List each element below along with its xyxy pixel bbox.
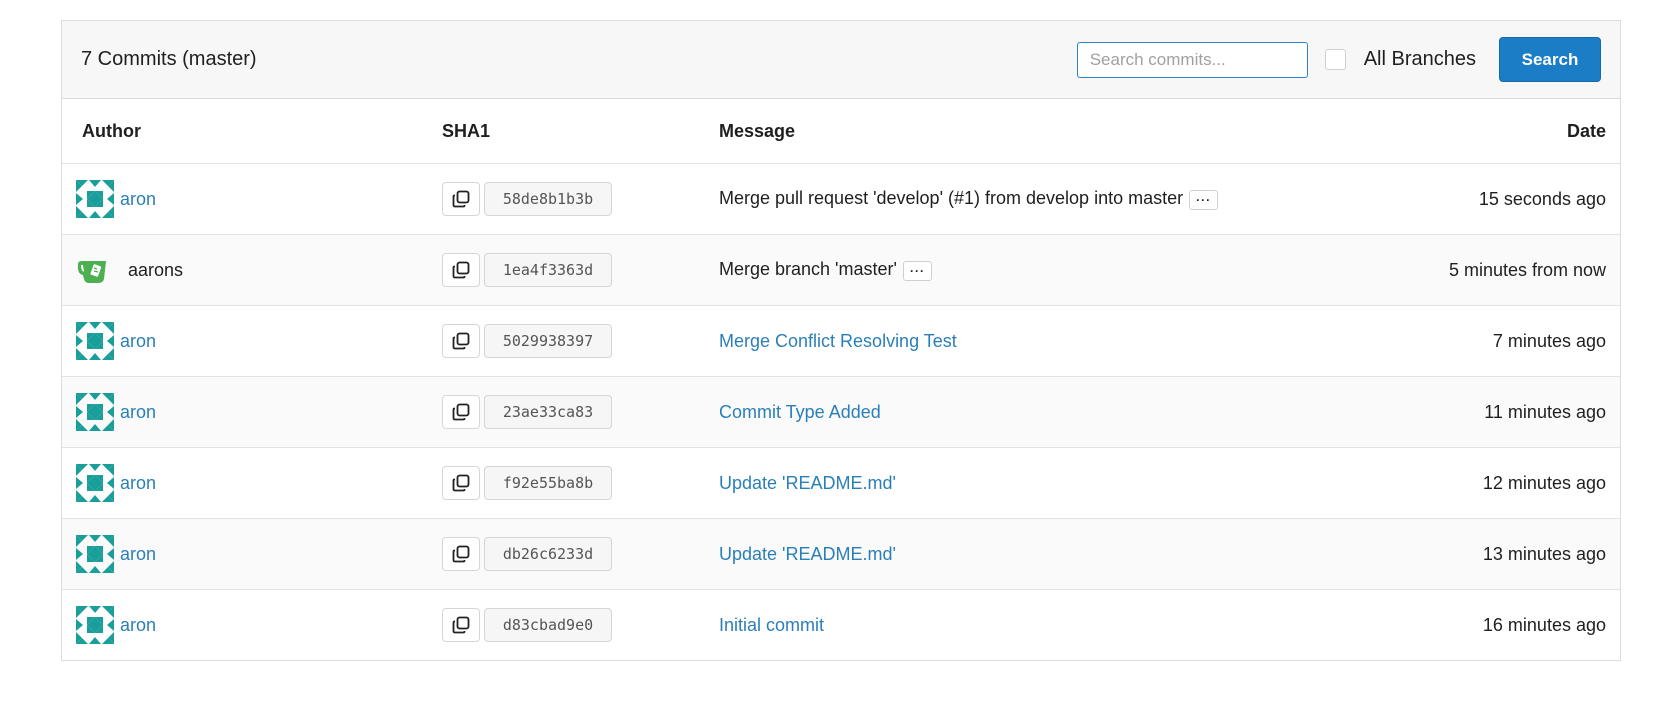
commits-panel: 7 Commits (master) All Branches Search A… — [61, 20, 1621, 661]
copy-sha-button[interactable] — [442, 324, 480, 358]
commit-message-link[interactable]: Update 'README.md' — [719, 473, 896, 493]
author-name: aarons — [128, 259, 184, 280]
commit-date: 5 minutes from now — [1346, 234, 1620, 306]
copy-icon — [451, 331, 471, 351]
commit-date: 7 minutes ago — [1346, 305, 1620, 377]
copy-sha-button[interactable] — [442, 608, 480, 642]
column-header-message: Message — [719, 99, 1346, 164]
commits-header: 7 Commits (master) All Branches Search — [62, 21, 1620, 99]
commit-message: Merge pull request 'develop' (#1) from d… — [719, 188, 1184, 209]
search-button[interactable]: Search — [1499, 37, 1601, 82]
table-row: aron f92e55ba8b Update 'README.md' 12 mi… — [62, 447, 1620, 519]
author-link[interactable]: aron — [120, 331, 156, 352]
commit-message-link[interactable]: Initial commit — [719, 615, 824, 635]
gitea-logo-icon — [77, 261, 106, 283]
table-row: aron 23ae33ca83 Commit Type Added 11 min… — [62, 376, 1620, 448]
identicon-avatar[interactable] — [76, 393, 114, 431]
identicon-avatar[interactable] — [76, 606, 114, 644]
column-header-date: Date — [1346, 99, 1620, 164]
copy-sha-button[interactable] — [442, 182, 480, 216]
identicon-avatar[interactable] — [76, 464, 114, 502]
author-link[interactable]: aron — [120, 189, 156, 210]
author-link[interactable]: aron — [120, 473, 156, 494]
commits-table: Author SHA1 Message Date aron 58de8b1b3b… — [62, 99, 1620, 660]
expand-message-button[interactable]: ··· — [1189, 189, 1219, 210]
copy-icon — [451, 544, 471, 564]
author-link[interactable]: aron — [120, 615, 156, 636]
copy-sha-button[interactable] — [442, 395, 480, 429]
sha-label[interactable]: 1ea4f3363d — [484, 253, 612, 287]
table-row: aron db26c6233d Update 'README.md' 13 mi… — [62, 518, 1620, 590]
author-link[interactable]: aron — [120, 402, 156, 423]
column-header-sha: SHA1 — [442, 99, 719, 164]
commit-message-link[interactable]: Commit Type Added — [719, 402, 881, 422]
commit-date: 12 minutes ago — [1346, 447, 1620, 519]
copy-icon — [451, 615, 471, 635]
commit-message: Merge branch 'master' — [719, 259, 897, 280]
sha-label[interactable]: d83cbad9e0 — [484, 608, 612, 642]
copy-sha-button[interactable] — [442, 253, 480, 287]
commits-title: 7 Commits (master) — [81, 48, 257, 70]
commit-date: 16 minutes ago — [1482, 614, 1606, 635]
copy-icon — [451, 189, 471, 209]
table-header-row: Author SHA1 Message Date — [62, 99, 1620, 164]
copy-icon — [451, 473, 471, 493]
sha-label[interactable]: f92e55ba8b — [484, 466, 612, 500]
sha-label[interactable]: 5029938397 — [484, 324, 612, 358]
table-row: aron 5029938397 Merge Conflict Resolving… — [62, 305, 1620, 377]
identicon-avatar[interactable] — [76, 322, 114, 360]
commit-message-link[interactable]: Update 'README.md' — [719, 544, 896, 564]
commit-date: 15 seconds ago — [1346, 163, 1620, 235]
copy-sha-button[interactable] — [442, 466, 480, 500]
copy-icon — [451, 402, 471, 422]
table-row: aarons 1ea4f3363d Merge branch 'master' ·… — [62, 234, 1620, 306]
all-branches-checkbox[interactable] — [1324, 49, 1346, 70]
identicon-avatar[interactable] — [76, 535, 114, 573]
sha-label[interactable]: db26c6233d — [484, 537, 612, 571]
commit-date: 11 minutes ago — [1346, 376, 1620, 448]
table-row: aron d83cbad9e0 Initial commit 16 minute… — [62, 590, 1620, 661]
expand-message-button[interactable]: ··· — [902, 260, 932, 281]
table-row: aron 58de8b1b3b Merge pull request 'deve… — [62, 163, 1620, 235]
commit-date: 13 minutes ago — [1346, 518, 1620, 590]
sha-label[interactable]: 58de8b1b3b — [484, 182, 612, 216]
copy-sha-button[interactable] — [442, 537, 480, 571]
identicon-avatar[interactable] — [76, 180, 114, 218]
all-branches-label[interactable]: All Branches — [1364, 48, 1476, 71]
author-link[interactable]: aron — [120, 544, 156, 565]
column-header-author: Author — [62, 99, 442, 164]
search-commits-input[interactable] — [1076, 41, 1308, 78]
sha-label[interactable]: 23ae33ca83 — [484, 395, 612, 429]
copy-icon — [451, 260, 471, 280]
commit-message-link[interactable]: Merge Conflict Resolving Test — [719, 331, 957, 351]
